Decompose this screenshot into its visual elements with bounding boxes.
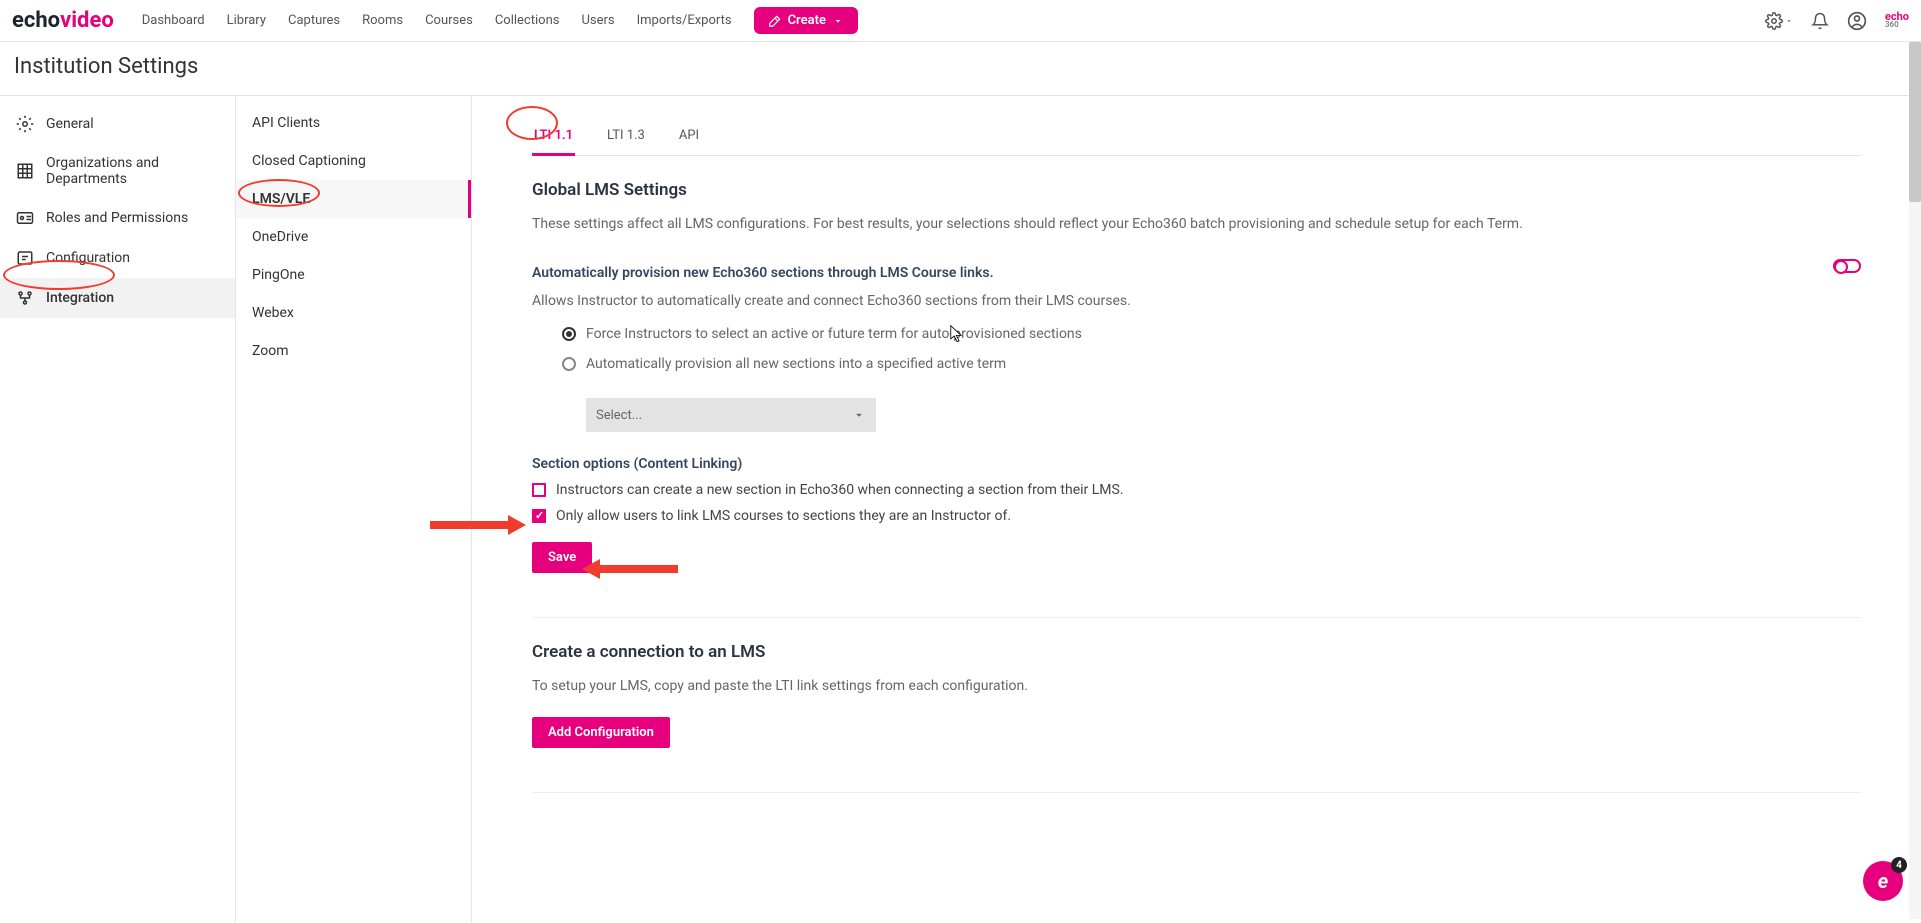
brand-suffix: video (60, 8, 114, 33)
tab-api[interactable]: API (677, 116, 701, 155)
nav-imports-exports[interactable]: Imports/Exports (637, 13, 732, 28)
wand-icon (768, 14, 782, 28)
subnav-zoom[interactable]: Zoom (236, 332, 471, 370)
subnav-api-clients[interactable]: API Clients (236, 104, 471, 142)
nav-collections[interactable]: Collections (495, 13, 560, 28)
radio-force-term[interactable]: Force Instructors to select an active or… (562, 326, 1803, 342)
leftnav-label: Integration (46, 290, 114, 306)
brand-prefix: echo (12, 8, 60, 33)
nav-users[interactable]: Users (581, 13, 614, 28)
leftnav-orgs[interactable]: Organizations and Departments (0, 144, 235, 198)
create-connection-heading: Create a connection to an LMS (532, 642, 1861, 662)
leftnav-label: Configuration (46, 250, 130, 266)
divider (532, 617, 1861, 618)
main-nav: Dashboard Library Captures Rooms Courses… (142, 13, 732, 28)
subnav-closed-captioning[interactable]: Closed Captioning (236, 142, 471, 180)
sliders-icon (16, 249, 34, 267)
add-configuration-button[interactable]: Add Configuration (532, 717, 670, 748)
leftnav-configuration[interactable]: Configuration (0, 238, 235, 278)
tab-lti11[interactable]: LTI 1.1 (532, 116, 575, 155)
building-icon (16, 162, 34, 180)
auto-provision-heading: Automatically provision new Echo360 sect… (532, 265, 1803, 281)
subnav-onedrive[interactable]: OneDrive (236, 218, 471, 256)
create-connection-desc: To setup your LMS, copy and paste the LT… (532, 676, 1861, 697)
leftnav-general[interactable]: General (0, 104, 235, 144)
lms-tabs: LTI 1.1 LTI 1.3 API (532, 116, 1861, 156)
brand-logo[interactable]: echovideo (12, 8, 114, 33)
nav-courses[interactable]: Courses (425, 13, 473, 28)
leftnav-roles[interactable]: Roles and Permissions (0, 198, 235, 238)
mini-logo[interactable]: echo 360 (1885, 13, 1909, 28)
radio-icon (562, 327, 576, 341)
subnav-lms-vle[interactable]: LMS/VLE (236, 180, 471, 218)
leftnav-label: General (46, 116, 94, 132)
radio-specified-term[interactable]: Automatically provision all new sections… (562, 356, 1803, 372)
subnav-pingone[interactable]: PingOne (236, 256, 471, 294)
checkbox-icon (532, 509, 546, 523)
checkbox-icon (532, 483, 546, 497)
integration-sub-nav: API Clients Closed Captioning LMS/VLE On… (236, 96, 472, 923)
nav-rooms[interactable]: Rooms (362, 13, 403, 28)
radio-label: Automatically provision all new sections… (586, 356, 1006, 372)
leftnav-integration[interactable]: Integration (0, 278, 235, 318)
nav-dashboard[interactable]: Dashboard (142, 13, 205, 28)
top-right-controls: echo 360 (1765, 11, 1909, 31)
term-select[interactable]: Select... (586, 398, 876, 432)
global-lms-desc: These settings affect all LMS configurat… (532, 214, 1861, 235)
nav-captures[interactable]: Captures (288, 13, 340, 28)
radio-icon (562, 357, 576, 371)
account-icon[interactable] (1847, 11, 1867, 31)
integration-icon (16, 289, 34, 307)
divider (532, 792, 1861, 793)
select-placeholder: Select... (596, 408, 642, 423)
help-badge[interactable]: e 4 (1863, 861, 1903, 901)
settings-gear-icon[interactable] (1765, 12, 1793, 30)
save-button[interactable]: Save (532, 542, 592, 573)
section-options-heading: Section options (Content Linking) (532, 456, 1861, 472)
nav-library[interactable]: Library (227, 13, 266, 28)
check-create-section[interactable]: Instructors can create a new section in … (532, 482, 1861, 498)
main-content: LTI 1.1 LTI 1.3 API Global LMS Settings … (472, 96, 1921, 923)
create-button[interactable]: Create (754, 7, 858, 34)
scrollbar-thumb[interactable] (1909, 42, 1921, 202)
check-only-instructor[interactable]: Only allow users to link LMS courses to … (532, 508, 1861, 524)
chevron-down-icon (852, 408, 866, 422)
settings-left-nav: General Organizations and Departments Ro… (0, 96, 236, 923)
page-title: Institution Settings (0, 42, 1921, 96)
check-label: Instructors can create a new section in … (556, 482, 1124, 498)
leftnav-label: Organizations and Departments (46, 155, 219, 187)
tab-lti13[interactable]: LTI 1.3 (605, 116, 647, 155)
bell-icon[interactable] (1811, 12, 1829, 30)
id-card-icon (16, 209, 34, 227)
create-label: Create (788, 13, 826, 28)
top-bar: echovideo Dashboard Library Captures Roo… (0, 0, 1921, 42)
radio-label: Force Instructors to select an active or… (586, 326, 1082, 342)
help-count: 4 (1891, 857, 1907, 873)
auto-provision-toggle[interactable] (1833, 259, 1861, 273)
auto-provision-desc: Allows Instructor to automatically creat… (532, 291, 1803, 312)
subnav-webex[interactable]: Webex (236, 294, 471, 332)
gear-icon (16, 115, 34, 133)
check-label: Only allow users to link LMS courses to … (556, 508, 1011, 524)
chevron-down-icon (832, 15, 844, 27)
global-lms-heading: Global LMS Settings (532, 180, 1861, 200)
leftnav-label: Roles and Permissions (46, 210, 188, 226)
